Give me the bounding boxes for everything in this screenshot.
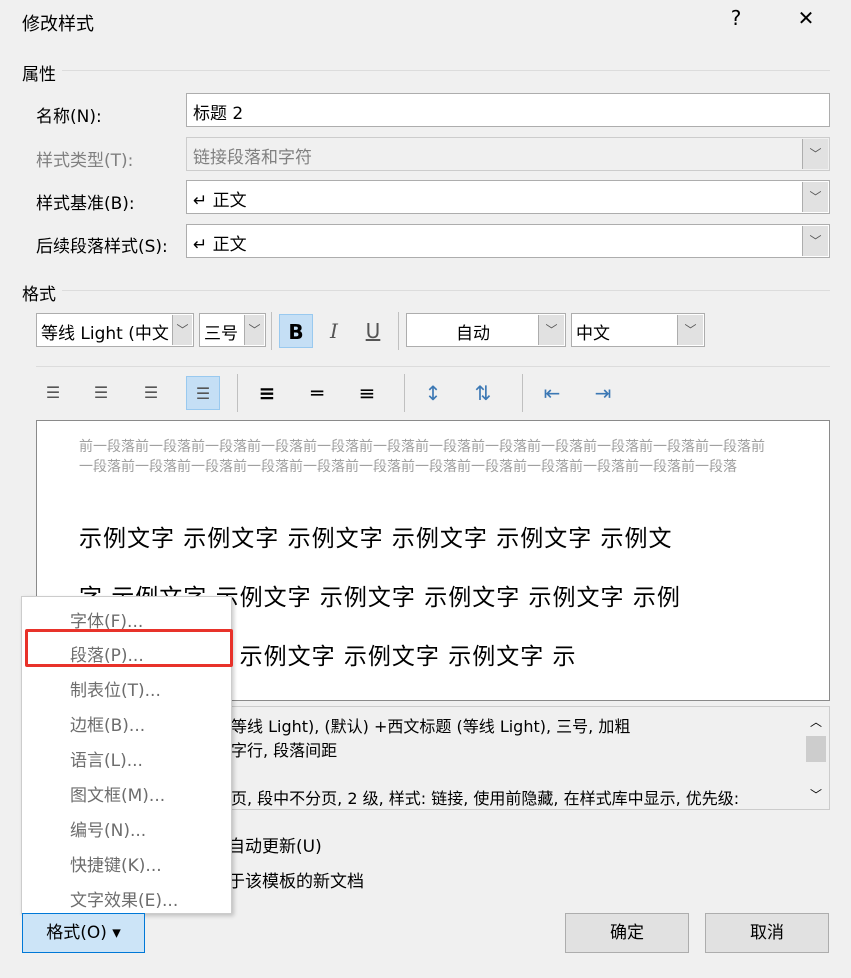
properties-header: 属性 (22, 65, 56, 85)
script-value: 中文 (576, 324, 610, 344)
next-style-label: 后续段落样式(S): (36, 237, 168, 257)
next-style-select[interactable]: ↵ 正文 ﹀ (186, 224, 830, 258)
name-input[interactable]: 标题 2 (186, 93, 830, 127)
chevron-down-icon[interactable]: ﹀ (677, 315, 703, 345)
scroll-thumb[interactable] (806, 736, 826, 762)
menu-item-border[interactable]: 边框(B)... (70, 711, 145, 736)
menu-item-tabs[interactable]: 制表位(T)... (70, 676, 161, 701)
based-on-select[interactable]: ↵ 正文 ﹀ (186, 180, 830, 214)
divider (62, 290, 830, 291)
previous-paragraph-text: 前一段落前一段落前一段落前一段落前一段落前一段落前一段落前一段落前一段落前一段落… (79, 439, 765, 475)
scroll-up-icon[interactable]: ︿ (803, 713, 829, 730)
description-line: 字行, 段落间距 (231, 741, 338, 760)
style-type-value: 链接段落和字符 (193, 148, 312, 168)
divider (36, 366, 830, 367)
separator (404, 374, 405, 412)
based-on-value: ↵ 正文 (193, 191, 247, 211)
double-spacing-icon[interactable]: ≡ (350, 376, 384, 410)
chevron-down-icon[interactable]: ﹀ (802, 226, 828, 256)
based-on-label: 样式基准(B): (36, 194, 135, 214)
chevron-down-icon: ﹀ (802, 139, 828, 169)
ok-button[interactable]: 确定 (565, 913, 689, 953)
new-documents-radio-label[interactable]: 于该模板的新文档 (228, 867, 364, 892)
chevron-down-icon[interactable]: ﹀ (172, 315, 192, 345)
italic-button[interactable]: I (317, 314, 351, 348)
font-select[interactable]: 等线 Light (中文 ﹀ (36, 313, 194, 347)
format-header: 格式 (22, 285, 56, 305)
single-spacing-icon[interactable]: ≡ (250, 376, 284, 410)
chevron-down-icon[interactable]: ﹀ (538, 315, 564, 345)
description-line: 等线 Light), (默认) +西文标题 (等线 Light), 三号, 加粗 (231, 717, 631, 736)
close-button[interactable]: ✕ (786, 6, 826, 30)
separator (398, 312, 399, 350)
font-color-value: 自动 (456, 324, 490, 344)
style-type-select: 链接段落和字符 ﹀ (186, 137, 830, 171)
divider (62, 70, 830, 71)
size-value: 三号 (204, 324, 238, 344)
sample-text-line: 示例文字 示例文字 示例文字 示例文字 示例文字 示例文 (79, 526, 673, 552)
align-center-icon[interactable]: ☰ (84, 376, 118, 410)
align-left-icon[interactable]: ☰ (36, 376, 70, 410)
align-right-icon[interactable]: ☰ (134, 376, 168, 410)
separator (522, 374, 523, 412)
style-type-label: 样式类型(T): (36, 151, 134, 171)
decrease-indent-icon[interactable]: ⇤ (535, 376, 569, 410)
cancel-button[interactable]: 取消 (705, 913, 829, 953)
help-button[interactable]: ? (716, 6, 756, 30)
font-color-select[interactable]: 自动 ﹀ (406, 313, 566, 347)
size-select[interactable]: 三号 ﹀ (199, 313, 266, 347)
menu-item-shortcut[interactable]: 快捷键(K)... (70, 851, 162, 876)
description-line: 页, 段中不分页, 2 级, 样式: 链接, 使用前隐藏, 在样式库中显示, 优… (231, 789, 740, 808)
format-menu: 字体(F)... 段落(P)... 制表位(T)... 边框(B)... 语言(… (21, 596, 233, 914)
separator (271, 312, 272, 350)
chevron-down-icon[interactable]: ﹀ (802, 182, 828, 212)
menu-item-text-effects[interactable]: 文字效果(E)... (70, 886, 178, 911)
chevron-down-icon[interactable]: ﹀ (244, 315, 264, 345)
menu-item-language[interactable]: 语言(L)... (70, 746, 143, 771)
format-button[interactable]: 格式(O) ▾ (22, 913, 145, 953)
separator (237, 374, 238, 412)
increase-indent-icon[interactable]: ⇥ (586, 376, 620, 410)
auto-update-checkbox-label[interactable]: 自动更新(U) (228, 832, 322, 857)
bold-button[interactable]: B (279, 314, 313, 348)
decrease-spacing-icon[interactable]: ⇅ (466, 376, 500, 410)
menu-item-paragraph[interactable]: 段落(P)... (70, 641, 144, 666)
font-value: 等线 Light (中文 (41, 324, 169, 344)
underline-button[interactable]: U (356, 314, 390, 348)
scroll-down-icon[interactable]: ﹀ (803, 786, 829, 803)
menu-item-numbering[interactable]: 编号(N)... (70, 816, 146, 841)
dialog-title: 修改样式 (22, 14, 94, 35)
one-half-spacing-icon[interactable]: ═ (300, 376, 334, 410)
menu-item-frame[interactable]: 图文框(M)... (70, 781, 165, 806)
justify-icon[interactable]: ☰ (186, 376, 220, 410)
next-style-value: ↵ 正文 (193, 235, 247, 255)
description-scrollbar[interactable]: ︿ ﹀ (803, 707, 829, 809)
name-label: 名称(N): (36, 107, 102, 127)
script-select[interactable]: 中文 ﹀ (571, 313, 705, 347)
increase-spacing-icon[interactable]: ↕ (416, 376, 450, 410)
